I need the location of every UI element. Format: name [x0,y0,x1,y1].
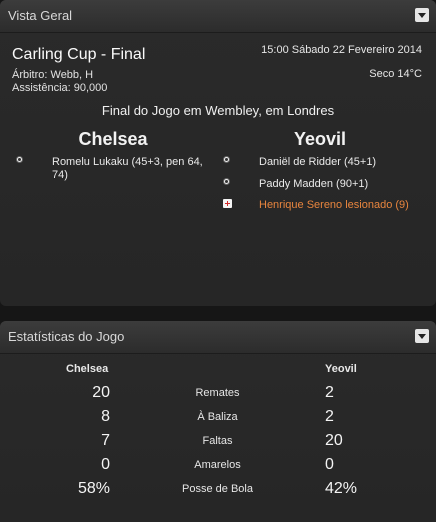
overview-panel: Vista Geral Carling Cup - Final Árbitro:… [0,0,436,306]
stat-home-possession: 58% [77,480,110,497]
weather-text: Seco 14°C [369,68,422,80]
stat-home-on-target: 8 [101,408,110,425]
stat-label-possession: Posse de Bola [182,483,253,495]
stat-label-fouls: Faltas [202,435,233,447]
goal-ball-icon [16,156,23,163]
collapse-stats-button[interactable] [415,329,429,343]
home-event-goal[interactable]: Romelu Lukaku (45+3, pen 64, 74) [52,156,217,182]
home-team-name[interactable]: Chelsea [13,129,213,150]
stat-away-on-target: 2 [325,408,334,425]
match-datetime: 15:00 Sábado 22 Fevereiro 2014 [261,44,422,56]
attendance-text: Assistência: 90,000 [12,82,108,94]
stat-away-fouls: 20 [325,432,343,449]
stat-home-fouls: 7 [101,432,110,449]
match-result-text: Final do Jogo em Wembley, em Londres [101,103,335,118]
stat-label-shots: Remates [195,387,240,399]
stats-title: Estatísticas do Jogo [8,329,125,344]
away-event-goal-1[interactable]: Daniël de Ridder (45+1) [259,156,376,169]
stat-away-shots: 2 [325,384,334,401]
stat-home-yellows: 0 [101,456,110,473]
stats-home-team: Chelsea [66,363,109,375]
stat-home-shots: 20 [92,384,110,401]
overview-header: Vista Geral [0,0,436,33]
collapse-overview-button[interactable] [415,8,429,22]
stat-away-possession: 42% [325,480,358,497]
away-team-name[interactable]: Yeovil [220,129,420,150]
away-event-injury[interactable]: Henrique Sereno lesionado (9) [259,199,409,212]
injury-icon [223,199,232,208]
away-event-goal-2[interactable]: Paddy Madden (90+1) [259,178,368,191]
referee-text: Árbitro: Webb, H [12,69,94,81]
goal-ball-icon [223,178,230,185]
stat-label-on-target: À Baliza [197,411,238,423]
competition-name: Carling Cup - Final [12,46,146,63]
goal-ball-icon [223,156,230,163]
stat-label-yellows: Amarelos [194,459,241,471]
overview-title: Vista Geral [8,8,73,23]
match-stats-panel: Estatísticas do Jogo Chelsea Yeovil 20 R… [0,321,436,522]
stat-away-yellows: 0 [325,456,334,473]
stats-away-team: Yeovil [325,363,357,375]
stats-header: Estatísticas do Jogo [0,321,436,354]
